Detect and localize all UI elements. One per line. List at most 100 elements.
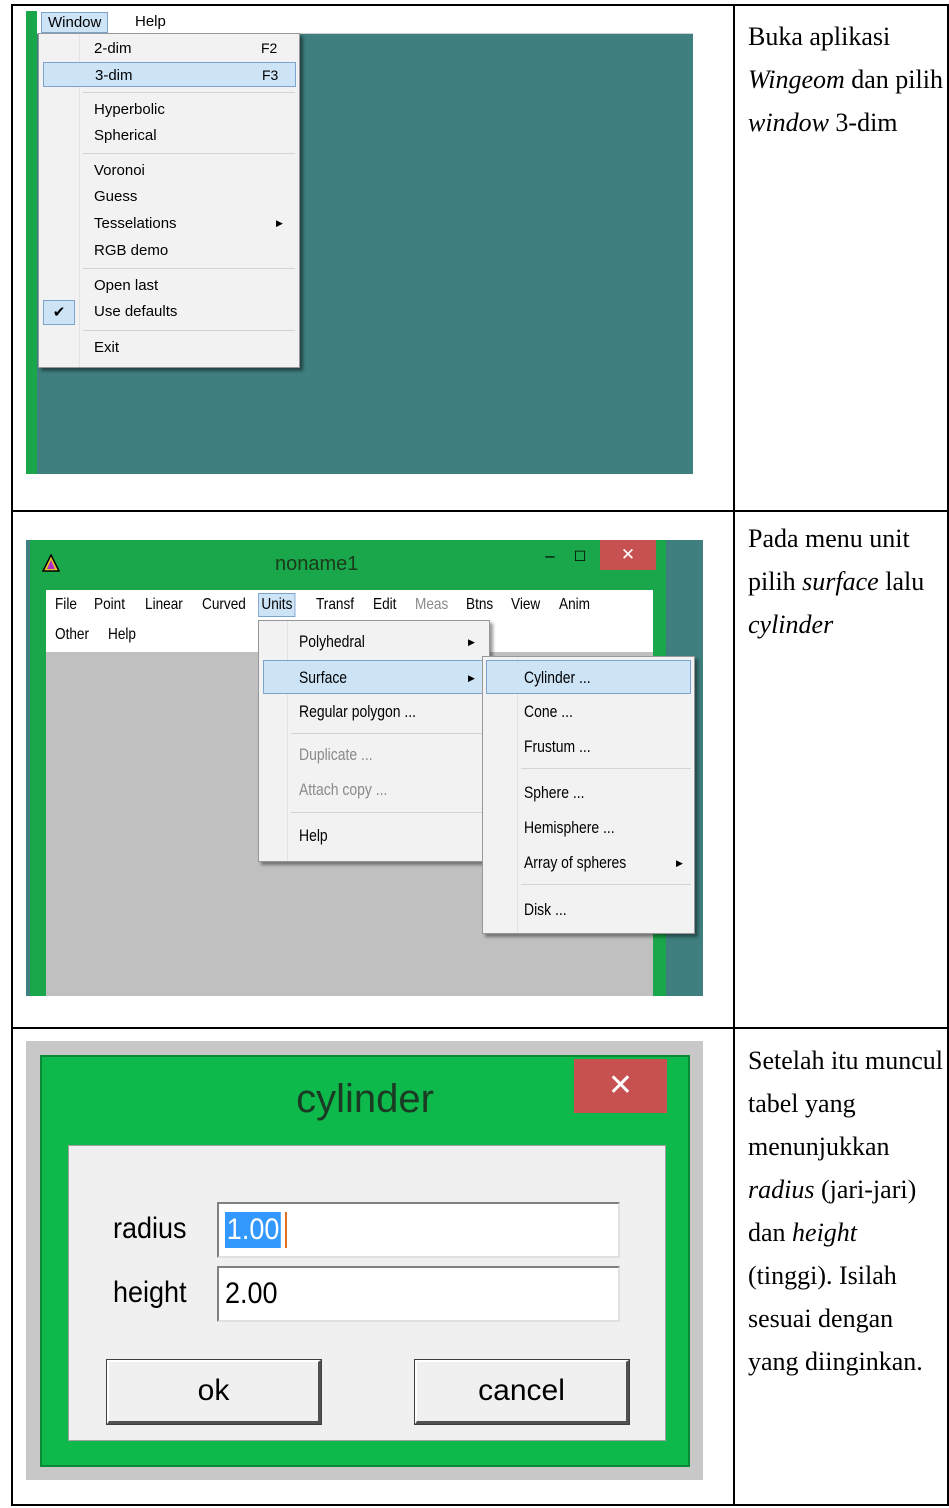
ok-button[interactable]: ok — [106, 1359, 322, 1425]
menu-item-label: Spherical — [94, 127, 157, 144]
menu-item-label: Help — [299, 826, 328, 845]
shortcut-label: F3 — [262, 67, 279, 83]
dialog-panel: radius 1.00 height 2.00 ok cancel — [68, 1145, 666, 1441]
description-emphasis: Wingeom — [748, 65, 845, 94]
menu-window[interactable]: Window — [41, 12, 109, 33]
height-field[interactable]: 2.00 — [217, 1266, 620, 1322]
description-text: (tinggi). Isilah sesuai dengan yang diin… — [748, 1261, 923, 1376]
menu-item-label: 3-dim — [95, 67, 133, 84]
menu-item-label: Hyperbolic — [94, 101, 165, 118]
menu-separator — [83, 153, 295, 154]
menu-item-duplicate[interactable]: Duplicate ... — [263, 738, 485, 772]
table-border-bottom — [11, 1504, 949, 1506]
menu-other[interactable]: Other — [55, 624, 89, 646]
menu-item-3dim[interactable]: 3-dim F3 — [43, 62, 296, 87]
menu-item-hyperbolic[interactable]: Hyperbolic — [39, 97, 299, 122]
menu-item-cone[interactable]: Cone ... — [486, 695, 691, 729]
menu-item-label: Duplicate ... — [299, 745, 373, 764]
screenshot-units-menu: noname1 – ☐ ✕ File Point Linear Curved U… — [26, 524, 703, 996]
menu-item-guess[interactable]: Guess — [39, 184, 299, 209]
surface-submenu: Cylinder ... Cone ... Frustum ... Sphere… — [482, 656, 695, 934]
description-emphasis: cylinder — [748, 610, 834, 639]
menu-item-label: 2-dim — [94, 40, 132, 57]
cylinder-dialog: cylinder ✕ radius 1.00 height 2.00 ok ca… — [40, 1055, 690, 1467]
menu-item-attach-copy[interactable]: Attach copy ... — [263, 773, 485, 807]
menu-separator — [521, 768, 691, 769]
menu-separator — [291, 733, 485, 734]
menu-units[interactable]: Units — [258, 593, 296, 617]
menu-separator — [83, 330, 295, 331]
radius-field[interactable]: 1.00 — [217, 1202, 620, 1258]
menu-item-hemisphere[interactable]: Hemisphere ... — [486, 811, 691, 845]
window-title: noname1 — [275, 553, 359, 575]
table-border-row2 — [11, 1027, 949, 1029]
menu-item-open-last[interactable]: Open last — [39, 273, 299, 298]
row2-description: Pada menu unit pilih surface lalu cylind… — [748, 517, 943, 646]
menu-item-frustum[interactable]: Frustum ... — [486, 730, 691, 764]
close-button[interactable]: ✕ — [600, 540, 656, 570]
menu-linear[interactable]: Linear — [145, 594, 183, 616]
menu-item-help[interactable]: Help — [263, 819, 485, 853]
height-value: 2.00 — [225, 1277, 278, 1310]
table-border-middle — [733, 4, 735, 1504]
menu-item-disk[interactable]: Disk ... — [486, 893, 691, 927]
menu-item-label: Use defaults — [94, 303, 178, 320]
menu-separator — [83, 92, 295, 93]
screenshot-cylinder-dialog: cylinder ✕ radius 1.00 height 2.00 ok ca… — [26, 1041, 703, 1480]
menu-item-exit[interactable]: Exit — [39, 335, 299, 360]
shortcut-label: F2 — [261, 40, 278, 56]
menu-item-label: Disk ... — [524, 900, 567, 919]
menu-item-label: Cylinder ... — [524, 668, 591, 687]
table-border-left — [11, 4, 13, 1504]
radius-value: 1.00 — [225, 1212, 282, 1248]
menu-separator — [521, 884, 691, 885]
menu-anim[interactable]: Anim — [559, 594, 590, 616]
menu-item-tesselations[interactable]: Tesselations ▶ — [39, 211, 299, 236]
submenu-arrow-icon: ▶ — [276, 218, 283, 228]
menu-item-label: Array of spheres — [524, 853, 627, 872]
menu-item-cylinder[interactable]: Cylinder ... — [486, 660, 691, 694]
menu-help[interactable]: Help — [129, 12, 172, 31]
menu-edit[interactable]: Edit — [373, 594, 396, 616]
menu-btns[interactable]: Btns — [466, 594, 493, 616]
menu-item-2dim[interactable]: 2-dim F2 — [39, 36, 299, 61]
menu-file[interactable]: File — [55, 594, 77, 616]
window-dropdown-menu: 2-dim F2 3-dim F3 Hyperbolic Spherical V… — [38, 33, 300, 368]
menu-transf[interactable]: Transf — [316, 594, 354, 616]
menu-help[interactable]: Help — [108, 624, 136, 646]
menu-item-label: Cone ... — [524, 702, 573, 721]
menu-item-spherical[interactable]: Spherical — [39, 123, 299, 148]
menu-item-label: Polyhedral — [299, 632, 365, 651]
menu-curved[interactable]: Curved — [202, 594, 246, 616]
menu-item-label: Frustum ... — [524, 737, 591, 756]
menu-item-label: Tesselations — [94, 215, 177, 232]
description-emphasis: radius — [748, 1175, 815, 1204]
menu-item-sphere[interactable]: Sphere ... — [486, 776, 691, 810]
maximize-button[interactable]: ☐ — [568, 542, 592, 570]
menu-item-regular-polygon[interactable]: Regular polygon ... — [263, 695, 485, 729]
menu-item-label: Attach copy ... — [299, 780, 388, 799]
menu-bar: Window Help — [37, 11, 693, 34]
menu-item-voronoi[interactable]: Voronoi — [39, 158, 299, 183]
submenu-arrow-icon: ▶ — [676, 858, 683, 868]
submenu-arrow-icon: ▶ — [468, 673, 475, 683]
close-button[interactable]: ✕ — [574, 1059, 667, 1113]
menu-item-rgb-demo[interactable]: RGB demo — [39, 238, 299, 263]
description-emphasis: height — [792, 1218, 858, 1247]
menu-item-array-of-spheres[interactable]: Array of spheres ▶ — [486, 846, 691, 880]
row3-description: Setelah itu muncul tabel yang menunjukka… — [748, 1039, 943, 1383]
minimize-button[interactable]: – — [538, 542, 562, 570]
description-text: dan pilih — [844, 65, 943, 94]
menu-meas[interactable]: Meas — [415, 594, 448, 616]
submenu-arrow-icon: ▶ — [468, 637, 475, 647]
menu-view[interactable]: View — [511, 594, 540, 616]
radius-label: radius — [113, 1212, 187, 1245]
menu-item-label: Voronoi — [94, 162, 145, 179]
description-emphasis: surface — [802, 567, 879, 596]
menu-item-use-defaults[interactable]: Use defaults — [39, 299, 299, 324]
menu-point[interactable]: Point — [94, 594, 125, 616]
menu-item-label: Open last — [94, 277, 159, 294]
menu-item-surface[interactable]: Surface ▶ — [263, 660, 485, 694]
menu-item-polyhedral[interactable]: Polyhedral ▶ — [263, 625, 485, 659]
cancel-button[interactable]: cancel — [414, 1359, 630, 1425]
